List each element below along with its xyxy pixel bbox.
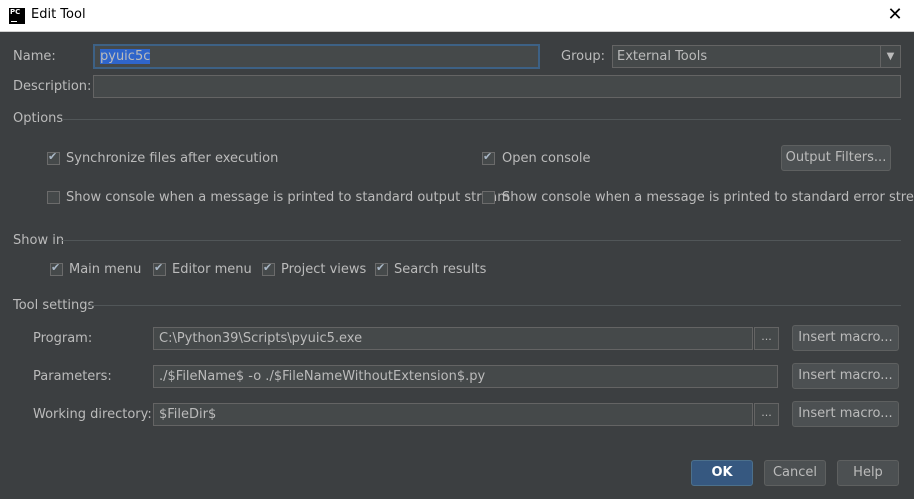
program-input[interactable]: C:\Python39\Scripts\pyuic5.exe xyxy=(153,327,753,350)
sync-files-checkbox[interactable] xyxy=(47,150,60,165)
group-select[interactable]: External Tools ▼ xyxy=(612,45,901,68)
sync-files-label: Synchronize files after execution xyxy=(66,151,279,166)
group-value: External Tools xyxy=(617,49,708,64)
tool-settings-divider xyxy=(86,305,901,306)
show-in-divider xyxy=(62,240,901,241)
description-input[interactable] xyxy=(93,75,901,98)
name-value: pyuic5c xyxy=(100,49,151,64)
working-dir-insert-macro-button[interactable]: Insert macro... xyxy=(792,401,899,427)
show-in-section-label: Show in xyxy=(13,233,65,248)
close-icon[interactable]: ✕ xyxy=(884,4,906,26)
window-title: Edit Tool xyxy=(31,7,86,22)
working-dir-value: $FileDir$ xyxy=(159,407,217,422)
name-input[interactable]: pyuic5c xyxy=(94,45,539,68)
help-button[interactable]: Help xyxy=(837,460,899,486)
search-results-label: Search results xyxy=(394,262,487,277)
show-console-stderr-label: Show console when a message is printed t… xyxy=(502,190,914,205)
output-filters-button[interactable]: Output Filters... xyxy=(781,145,891,171)
parameters-value: ./$FileName$ -o ./$FileNameWithoutExtens… xyxy=(159,369,486,384)
pycharm-icon: PC xyxy=(9,8,25,24)
project-views-checkbox[interactable] xyxy=(262,261,275,276)
parameters-label: Parameters: xyxy=(33,369,112,384)
program-insert-macro-button[interactable]: Insert macro... xyxy=(792,325,899,351)
open-console-label: Open console xyxy=(502,151,591,166)
cancel-button[interactable]: Cancel xyxy=(764,460,826,486)
working-dir-input[interactable]: $FileDir$ xyxy=(153,403,753,426)
program-label: Program: xyxy=(33,331,93,346)
main-menu-checkbox[interactable] xyxy=(50,261,63,276)
show-console-stdout-label: Show console when a message is printed t… xyxy=(66,190,510,205)
tool-settings-section-label: Tool settings xyxy=(13,298,95,313)
description-label: Description: xyxy=(13,79,92,94)
ok-button[interactable]: OK xyxy=(691,460,753,486)
working-dir-label: Working directory: xyxy=(33,407,152,422)
name-label: Name: xyxy=(13,49,56,64)
working-dir-browse-button[interactable]: ... xyxy=(754,403,779,426)
parameters-input[interactable]: ./$FileName$ -o ./$FileNameWithoutExtens… xyxy=(153,365,778,388)
editor-menu-label: Editor menu xyxy=(172,262,252,277)
search-results-checkbox[interactable] xyxy=(375,261,388,276)
options-divider xyxy=(62,119,901,120)
show-console-stdout-checkbox[interactable] xyxy=(47,191,60,204)
chevron-down-icon[interactable]: ▼ xyxy=(880,46,900,67)
show-console-stderr-checkbox[interactable] xyxy=(482,191,495,204)
open-console-checkbox[interactable] xyxy=(482,150,495,165)
title-bar: PC Edit Tool ✕ xyxy=(0,0,914,32)
editor-menu-checkbox[interactable] xyxy=(153,261,166,276)
options-section-label: Options xyxy=(13,111,64,126)
program-browse-button[interactable]: ... xyxy=(754,327,779,350)
program-value: C:\Python39\Scripts\pyuic5.exe xyxy=(159,331,363,346)
main-menu-label: Main menu xyxy=(69,262,142,277)
project-views-label: Project views xyxy=(281,262,367,277)
group-label: Group: xyxy=(561,49,605,64)
parameters-insert-macro-button[interactable]: Insert macro... xyxy=(792,363,899,389)
